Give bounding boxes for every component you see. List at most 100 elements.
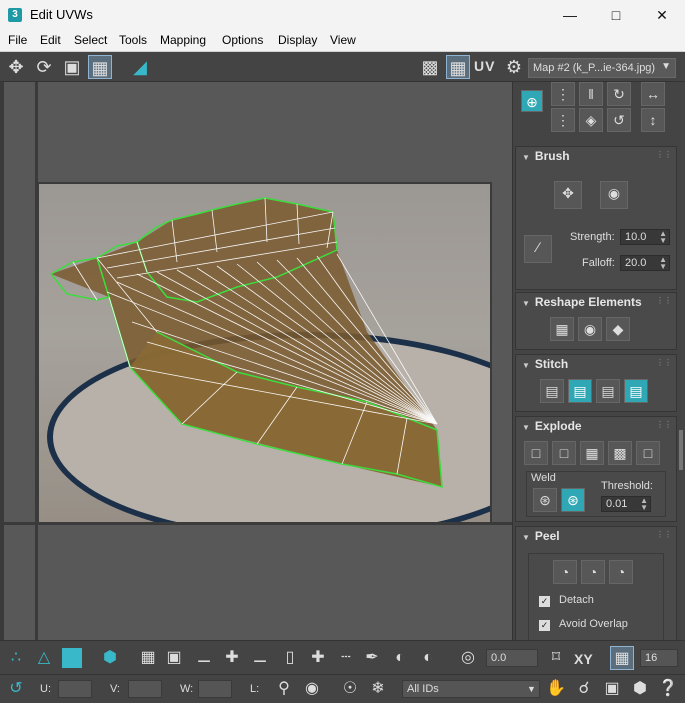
quick-transform-icon[interactable]: ⊕ <box>521 90 543 112</box>
menu-edit[interactable]: Edit <box>40 33 61 47</box>
straighten-icon[interactable]: ◈ <box>579 108 603 132</box>
avoid-overlap-checkbox[interactable]: ✓ <box>539 620 550 631</box>
brush-falloff-icon[interactable]: ∕ <box>524 235 552 263</box>
menu-select[interactable]: Select <box>74 33 107 47</box>
help-icon[interactable]: ❔ <box>656 677 680 701</box>
align-horizontal-icon[interactable]: ⋮ <box>551 82 575 106</box>
menu-file[interactable]: File <box>8 33 27 47</box>
rotate-cw-icon[interactable]: ↻ <box>607 82 631 106</box>
v-field[interactable] <box>128 680 162 698</box>
grid-spinner[interactable]: 16 <box>640 649 678 667</box>
bottom-toolbar-selection: ∴ △ ⬢ ▦ ▣ ⚊ ✚ ⚊ ▯ ✚ ┄ ✒ ◐ ◐ ◎ 0.0 ⌑ XY ▦… <box>0 640 685 674</box>
menu-mapping[interactable]: Mapping <box>160 33 206 47</box>
menu-view[interactable]: View <box>330 33 356 47</box>
hide-icon[interactable]: ◉ <box>300 677 324 701</box>
zoom-icon[interactable]: ☌ <box>572 677 596 701</box>
menu-display[interactable]: Display <box>278 33 317 47</box>
explode-rollout-header[interactable]: ▼ Explode ⋮⋮ <box>516 417 676 435</box>
ring-grow-icon[interactable]: ✚ <box>306 646 330 670</box>
peel-mode-icon[interactable]: ◔ <box>581 560 605 584</box>
stitch-average-icon[interactable]: ▤ <box>596 379 620 403</box>
map-dropdown[interactable]: Map #2 (k_P...ie-364.jpg) ▼ <box>528 58 676 78</box>
panel-scrollbar[interactable] <box>679 430 683 470</box>
loop-icon[interactable]: ⚊ <box>192 646 216 670</box>
break-icon[interactable]: □ <box>524 441 548 465</box>
flatten-by-smoothing-icon[interactable]: ▩ <box>608 441 632 465</box>
straighten-selection-icon[interactable]: ▦ <box>550 317 574 341</box>
stitch-target-icon[interactable]: ▤ <box>624 379 648 403</box>
weld-target-icon[interactable]: ⊛ <box>561 488 585 512</box>
loop-grow-icon[interactable]: ✚ <box>220 646 244 670</box>
uv-viewport[interactable] <box>0 82 512 640</box>
falloff-spinner[interactable]: 20.0 ▲ ▼ <box>620 255 670 271</box>
mirror-icon[interactable]: ◢ <box>128 55 152 79</box>
xy-label[interactable]: XY <box>574 651 593 667</box>
pan-icon[interactable]: ✋ <box>544 677 568 701</box>
move-icon[interactable]: ✥ <box>4 55 28 79</box>
ring-shrink-icon[interactable]: ┄ <box>334 646 358 670</box>
scale-icon[interactable]: ▣ <box>60 55 84 79</box>
relax-brush-icon[interactable]: ◉ <box>600 181 628 209</box>
minimize-button[interactable]: — <box>547 0 593 30</box>
edge-select-icon[interactable]: △ <box>32 646 56 670</box>
stitch-custom-icon[interactable]: ▤ <box>540 379 564 403</box>
strength-spinner[interactable]: 10.0 ▲ ▼ <box>620 229 670 245</box>
point-to-point-seam-icon[interactable]: ◐ <box>416 646 440 670</box>
u-field[interactable] <box>58 680 92 698</box>
ring-icon[interactable]: ▯ <box>278 646 302 670</box>
shrink-selection-icon[interactable]: ▣ <box>162 646 186 670</box>
rotate-icon[interactable]: ⟳ <box>32 55 56 79</box>
zoom-extents-icon[interactable]: ⬢ <box>628 677 652 701</box>
grow-selection-icon[interactable]: ▦ <box>136 646 160 670</box>
reset-peel-icon[interactable]: ◔ <box>609 560 633 584</box>
maximize-button[interactable]: □ <box>593 0 639 30</box>
point-to-point-icon[interactable]: ◐ <box>388 646 412 670</box>
space-horizontal-icon[interactable]: ↔ <box>641 82 665 106</box>
map-dropdown-value: Map #2 (k_P...ie-364.jpg) <box>533 62 656 74</box>
quick-peel-icon[interactable]: ◔ <box>553 560 577 584</box>
checker-icon[interactable]: ▩ <box>418 55 442 79</box>
menu-options[interactable]: Options <box>222 33 263 47</box>
element-select-icon[interactable]: ⬢ <box>98 646 122 670</box>
freeze-icon[interactable]: ❄ <box>366 677 390 701</box>
stitch-rollout: ▼ Stitch ⋮⋮ ▤ ▤ ▤ ▤ <box>515 354 677 412</box>
rotate-ccw-icon[interactable]: ↺ <box>607 108 631 132</box>
align-vertical-icon[interactable]: ‖ <box>579 82 603 106</box>
brush-rollout-header[interactable]: ▼ Brush ⋮⋮ <box>516 147 676 165</box>
w-field[interactable] <box>198 680 232 698</box>
close-button[interactable]: ✕ <box>639 0 685 30</box>
detach-checkbox[interactable]: ✓ <box>539 596 550 607</box>
space-vertical-icon[interactable]: ↕ <box>641 108 665 132</box>
settings-icon[interactable]: ⚙ <box>502 55 526 79</box>
lock-icon[interactable]: ⚲ <box>272 677 296 701</box>
weld-selected-icon[interactable]: ⊛ <box>533 488 557 512</box>
relax-icon[interactable]: ◉ <box>578 317 602 341</box>
detach-edge-icon[interactable]: □ <box>552 441 576 465</box>
angle-spinner[interactable]: 0.0 <box>486 649 538 667</box>
threshold-spinner[interactable]: 0.01 ▲ ▼ <box>601 496 651 512</box>
stitch-rollout-header[interactable]: ▼ Stitch ⋮⋮ <box>516 355 676 373</box>
falloff-curve-icon[interactable]: ⌑ <box>544 646 568 670</box>
peel-rollout-header[interactable]: ▼ Peel ⋮⋮ <box>516 527 676 545</box>
menu-tools[interactable]: Tools <box>119 33 147 47</box>
loop-shrink-icon[interactable]: ⚊ <box>248 646 272 670</box>
ids-dropdown[interactable]: All IDs ▼ <box>402 680 540 698</box>
rectify-icon[interactable]: ◆ <box>606 317 630 341</box>
zoom-region-icon[interactable]: ▣ <box>600 677 624 701</box>
flatten-by-polygon-icon[interactable]: ▦ <box>580 441 604 465</box>
paint-brush-icon[interactable]: ✥ <box>554 181 582 209</box>
eye-icon[interactable]: ☉ <box>338 677 362 701</box>
paint-select-icon[interactable]: ✒ <box>360 646 384 670</box>
grid-snap-icon[interactable]: ▦ <box>610 646 634 670</box>
flatten-by-material-icon[interactable]: □ <box>636 441 660 465</box>
freeform-icon[interactable]: ▦ <box>88 55 112 79</box>
align-grid-icon[interactable]: ⋮ <box>551 108 575 132</box>
vertex-select-icon[interactable]: ∴ <box>4 646 28 670</box>
soft-selection-icon[interactable]: ◎ <box>456 646 480 670</box>
absolute-offset-icon[interactable]: ↺ <box>4 677 28 701</box>
uv-mesh[interactable] <box>37 182 492 524</box>
stitch-source-icon[interactable]: ▤ <box>568 379 592 403</box>
polygon-select-icon[interactable] <box>60 646 84 670</box>
reshape-rollout-header[interactable]: ▼ Reshape Elements ⋮⋮ <box>516 293 676 311</box>
checker-texture-icon[interactable]: ▦ <box>446 55 470 79</box>
